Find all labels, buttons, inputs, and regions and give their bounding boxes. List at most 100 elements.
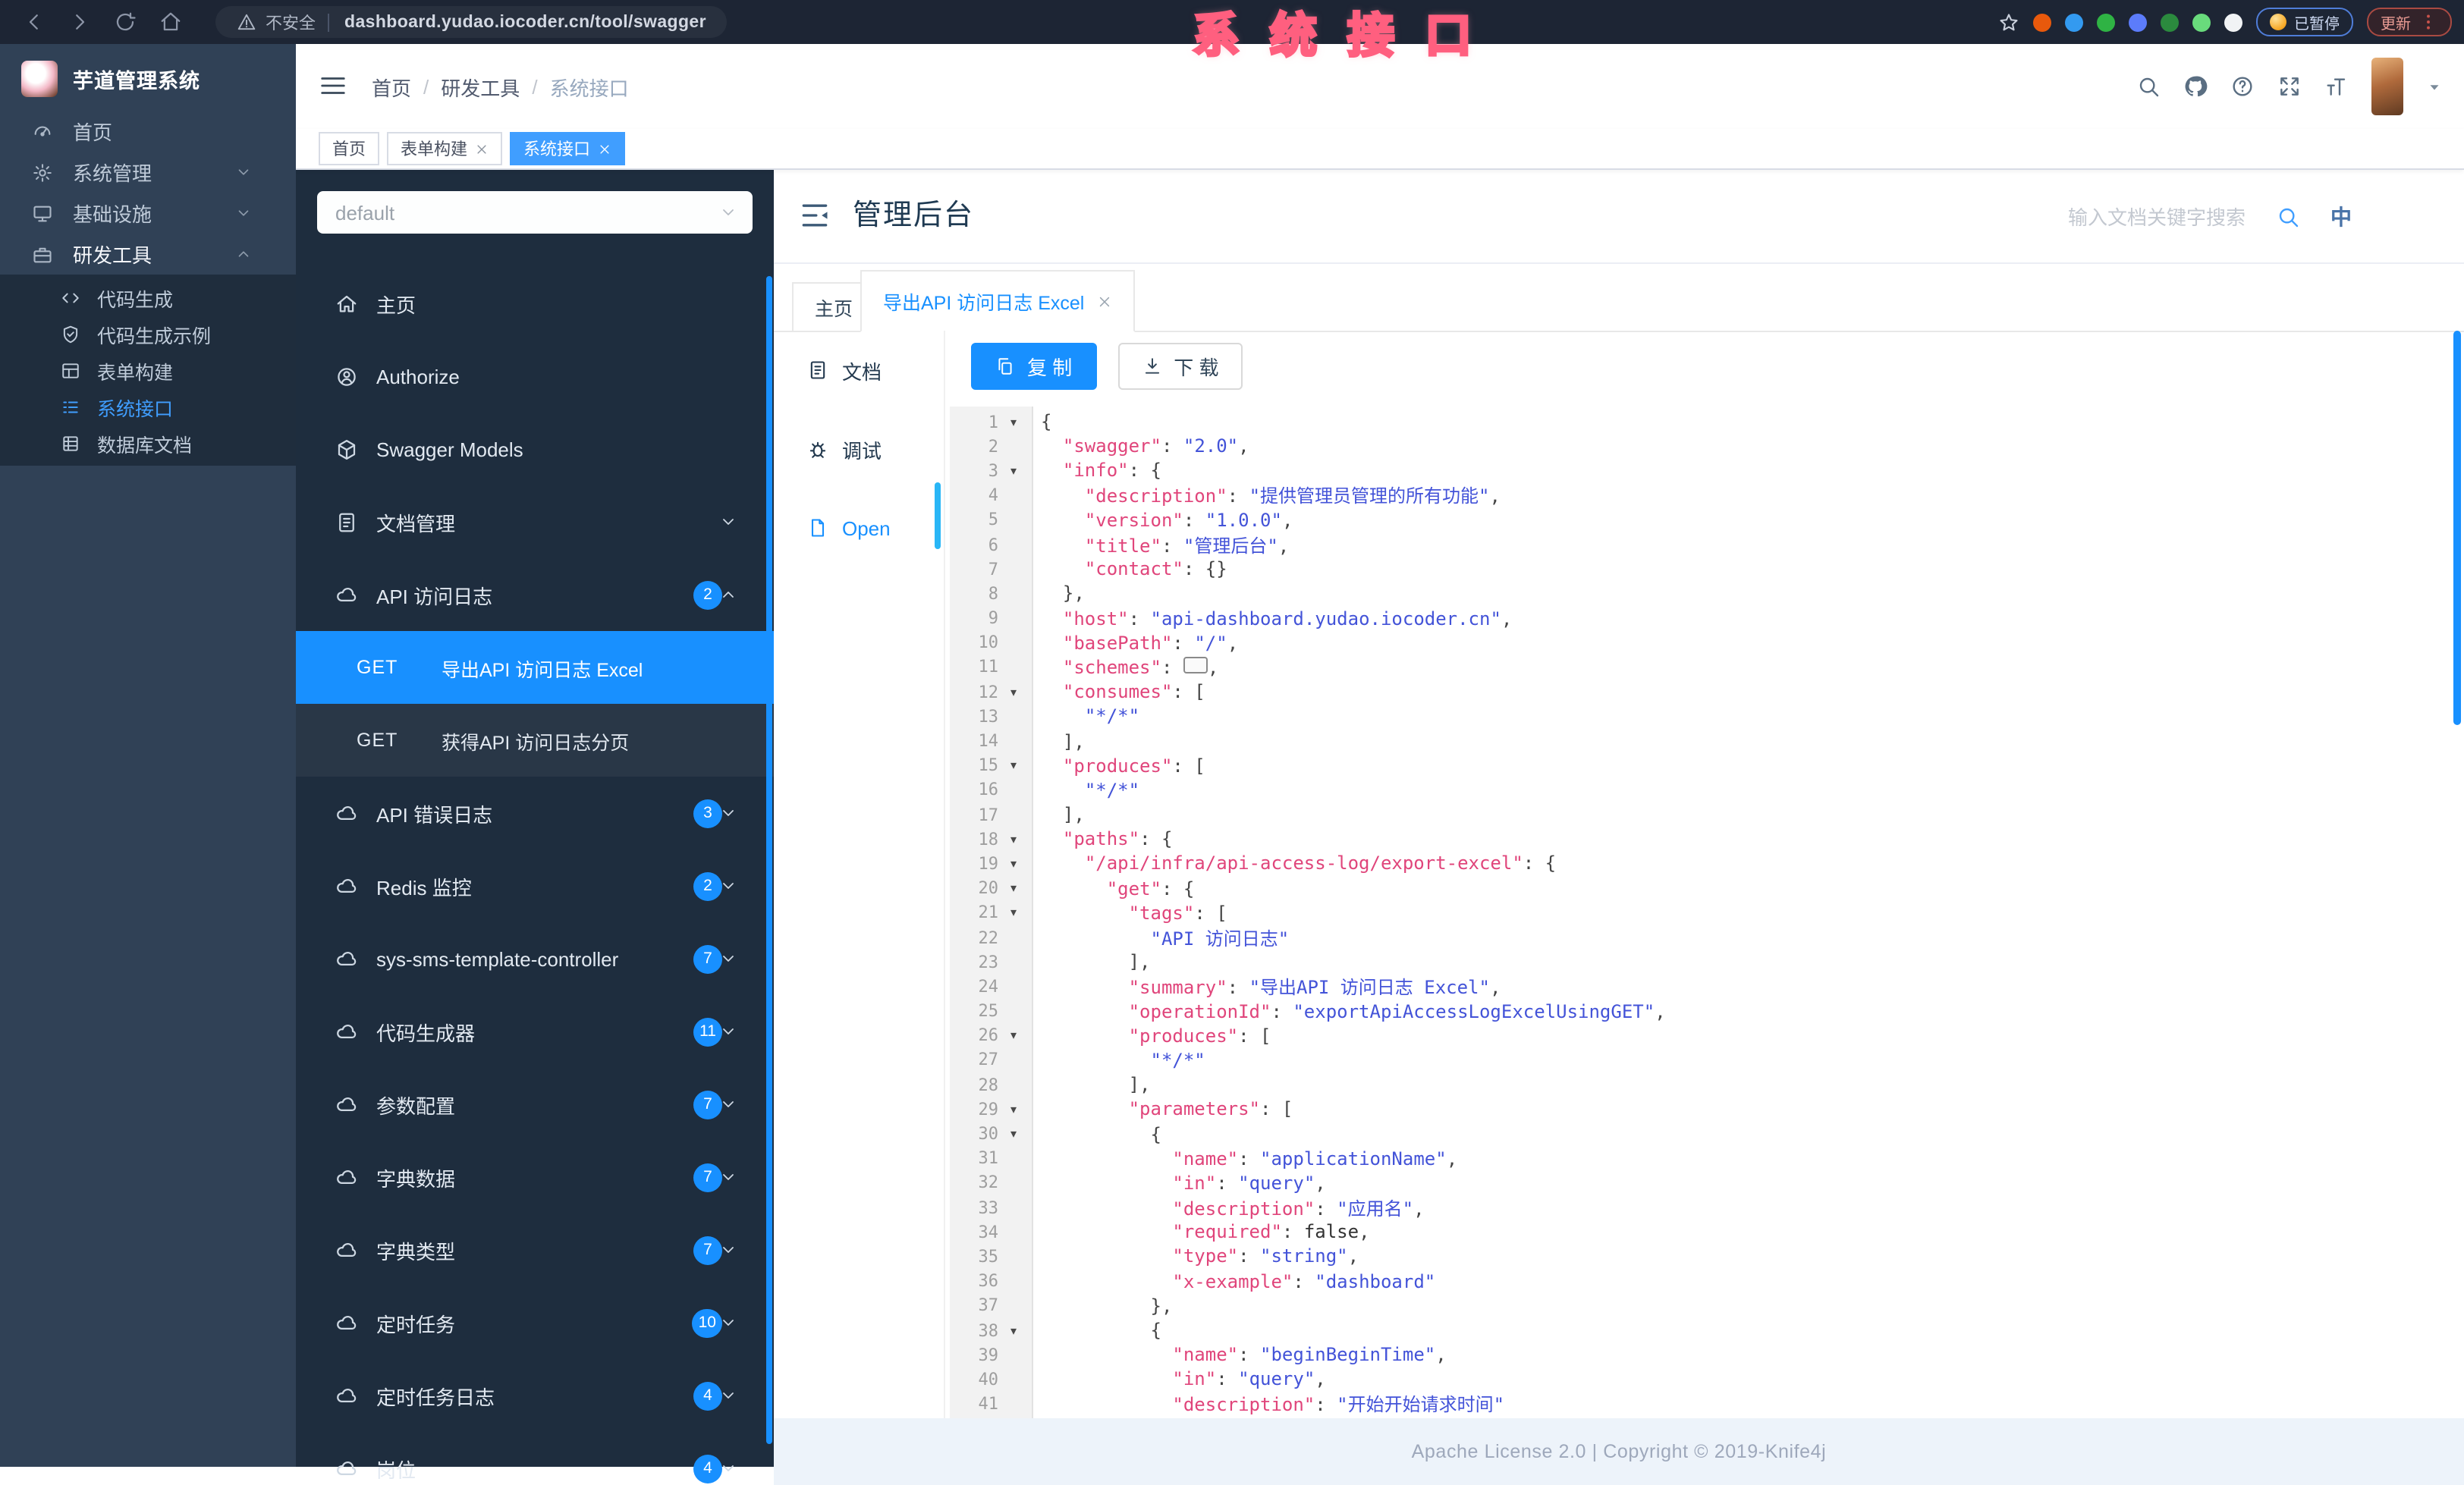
extension-leaf[interactable] — [2192, 13, 2211, 31]
sidebar-subitem-1[interactable]: 代码生成示例 — [0, 316, 296, 352]
copy-button[interactable]: 复 制 — [971, 343, 1097, 390]
help-icon[interactable] — [2230, 74, 2255, 99]
fold-arrow-icon[interactable]: ▾ — [998, 1323, 1029, 1337]
api-sidebar-scrollbar[interactable] — [766, 276, 772, 1444]
api-menu-item-4[interactable]: API 访问日志 2 — [296, 558, 774, 631]
close-icon[interactable] — [1096, 294, 1111, 309]
side-tab-调试[interactable]: 调试 — [774, 410, 944, 488]
doc-header: 管理后台 输入文档关键字搜索 中 — [774, 170, 2464, 264]
sidebar-item-3[interactable]: 研发工具 — [0, 234, 296, 275]
sidebar-item-1[interactable]: 系统管理 — [0, 152, 296, 193]
api-menu-item-6[interactable]: Redis 监控 2 — [296, 849, 774, 922]
breadcrumb-item[interactable]: 研发工具 — [441, 72, 520, 101]
api-menu-item-1[interactable]: Authorize — [296, 340, 774, 413]
browser-back-icon[interactable] — [23, 11, 46, 33]
side-tab-Open[interactable]: Open — [774, 488, 944, 567]
doc-tab-1[interactable]: 导出API 访问日志 Excel — [860, 270, 1135, 332]
api-menu-item-13[interactable]: 定时任务日志 4 — [296, 1359, 774, 1432]
extension-orange[interactable] — [2033, 13, 2051, 31]
search-icon[interactable] — [2136, 74, 2161, 99]
sidebar-item-2[interactable]: 基础设施 — [0, 193, 296, 234]
sidebar-subitem-3[interactable]: 系统接口 — [0, 388, 296, 425]
fold-arrow-icon[interactable]: ▾ — [998, 758, 1029, 772]
fold-arrow-icon[interactable]: ▾ — [998, 881, 1029, 895]
api-menu-item-12[interactable]: 定时任务 10 — [296, 1286, 774, 1359]
page-scrollbar[interactable] — [2453, 331, 2461, 725]
fold-arrow-icon[interactable]: ▾ — [998, 415, 1029, 429]
swagger-json-editor[interactable]: 1 ▾{2 "swagger": "2.0", 3 ▾ "info": {4 "des… — [944, 407, 2464, 1418]
api-menu-item-2[interactable]: Swagger Models — [296, 413, 774, 485]
download-button[interactable]: 下 载 — [1117, 343, 1243, 390]
line-number: 8 — [988, 583, 998, 604]
font-size-icon[interactable] — [2324, 74, 2349, 99]
code-text: "tags": [ — [1128, 902, 1227, 924]
api-group-select[interactable]: default — [317, 191, 753, 234]
sidebar-subitem-0[interactable]: 代码生成 — [0, 279, 296, 316]
language-toggle[interactable]: 中 — [2330, 201, 2352, 231]
api-menu-item-0[interactable]: 主页 — [296, 267, 774, 340]
fold-arrow-icon[interactable]: ▾ — [998, 857, 1029, 871]
api-menu-item-3[interactable]: 文档管理 — [296, 485, 774, 558]
close-icon[interactable] — [475, 142, 489, 155]
sidebar-subitem-4[interactable]: 数据库文档 — [0, 425, 296, 461]
browser-forward-icon[interactable] — [68, 11, 91, 33]
github-icon[interactable] — [2183, 74, 2208, 99]
filepage-icon — [807, 517, 828, 538]
api-menu-item-7[interactable]: sys-sms-template-controller 7 — [296, 922, 774, 995]
paused-badge[interactable]: 已暂停 — [2256, 8, 2353, 36]
address-bar[interactable]: 不安全 dashboard.yudao.iocoder.cn/tool/swag… — [215, 6, 728, 38]
breadcrumb-item[interactable]: 首页 — [372, 72, 411, 101]
api-menu-item-14[interactable]: 岗位 4 — [296, 1432, 774, 1485]
bookmark-star-icon[interactable] — [1998, 11, 2019, 33]
logo-row[interactable]: 芋道管理系统 — [0, 44, 296, 105]
tag-系统接口[interactable]: 系统接口 — [510, 132, 625, 165]
folded-array-box[interactable] — [1183, 656, 1208, 673]
sidebar-item-0[interactable]: 首页 — [0, 111, 296, 152]
download-label: 下 载 — [1174, 356, 1219, 379]
user-avatar[interactable] — [2371, 58, 2403, 115]
extension-green-dark[interactable] — [2161, 13, 2179, 31]
api-operation-item-4-0[interactable]: GET 导出API 访问日志 Excel — [296, 631, 774, 704]
extension-white-star[interactable] — [2224, 13, 2242, 31]
api-menu-item-10[interactable]: 字典数据 7 — [296, 1141, 774, 1213]
fold-arrow-icon[interactable]: ▾ — [998, 1127, 1029, 1141]
fold-arrow-icon[interactable]: ▾ — [998, 685, 1029, 699]
api-menu-item-5[interactable]: API 错误日志 3 — [296, 777, 774, 849]
code-text: "in": "query", — [1172, 1172, 1326, 1194]
api-menu-label: sys-sms-template-controller — [376, 947, 619, 970]
doc-search-input[interactable]: 输入文档关键字搜索 — [2068, 202, 2246, 231]
line-number: 4 — [988, 485, 998, 506]
api-menu-item-8[interactable]: 代码生成器 11 — [296, 995, 774, 1068]
fold-arrow-icon[interactable]: ▾ — [998, 1029, 1029, 1043]
fold-arrow-icon[interactable]: ▾ — [998, 833, 1029, 846]
browser-menu-icon[interactable] — [2418, 12, 2438, 32]
extension-blue-drop[interactable] — [2065, 13, 2083, 31]
avatar-caret-icon[interactable] — [2426, 78, 2443, 95]
doc-search-icon[interactable] — [2276, 204, 2300, 228]
close-icon[interactable] — [598, 142, 611, 155]
api-menu-item-9[interactable]: 参数配置 7 — [296, 1068, 774, 1141]
api-operation-item-4-1[interactable]: GET 获得API 访问日志分页 — [296, 704, 774, 777]
sidebar-subitem-2[interactable]: 表单构建 — [0, 352, 296, 388]
extension-green-check[interactable] — [2097, 13, 2115, 31]
api-menu-item-11[interactable]: 字典类型 7 — [296, 1213, 774, 1286]
fold-arrow-icon[interactable]: ▾ — [998, 1103, 1029, 1116]
hamburger-icon[interactable] — [319, 71, 347, 100]
tag-首页[interactable]: 首页 — [319, 132, 379, 165]
browser-home-icon[interactable] — [159, 11, 182, 33]
update-button[interactable]: 更新 — [2367, 8, 2452, 36]
fold-arrow-icon[interactable]: ▾ — [998, 464, 1029, 478]
code-icon — [61, 287, 80, 307]
side-tab-文档[interactable]: 文档 — [774, 331, 944, 410]
side-tabs-scrollbar[interactable] — [935, 482, 941, 549]
browser-reload-icon[interactable] — [114, 11, 137, 33]
line-number: 34 — [978, 1222, 999, 1242]
fold-arrow-icon[interactable]: ▾ — [998, 906, 1029, 920]
collapse-sidebar-icon[interactable] — [798, 199, 831, 232]
extension-puzzle-blue[interactable] — [2129, 13, 2147, 31]
code-line: 23 ], — [950, 950, 2464, 974]
fullscreen-icon[interactable] — [2277, 74, 2302, 99]
tag-表单构建[interactable]: 表单构建 — [387, 132, 502, 165]
code-line: 7 "contact": {} — [950, 557, 2464, 581]
code-text: "get": { — [1106, 878, 1195, 899]
